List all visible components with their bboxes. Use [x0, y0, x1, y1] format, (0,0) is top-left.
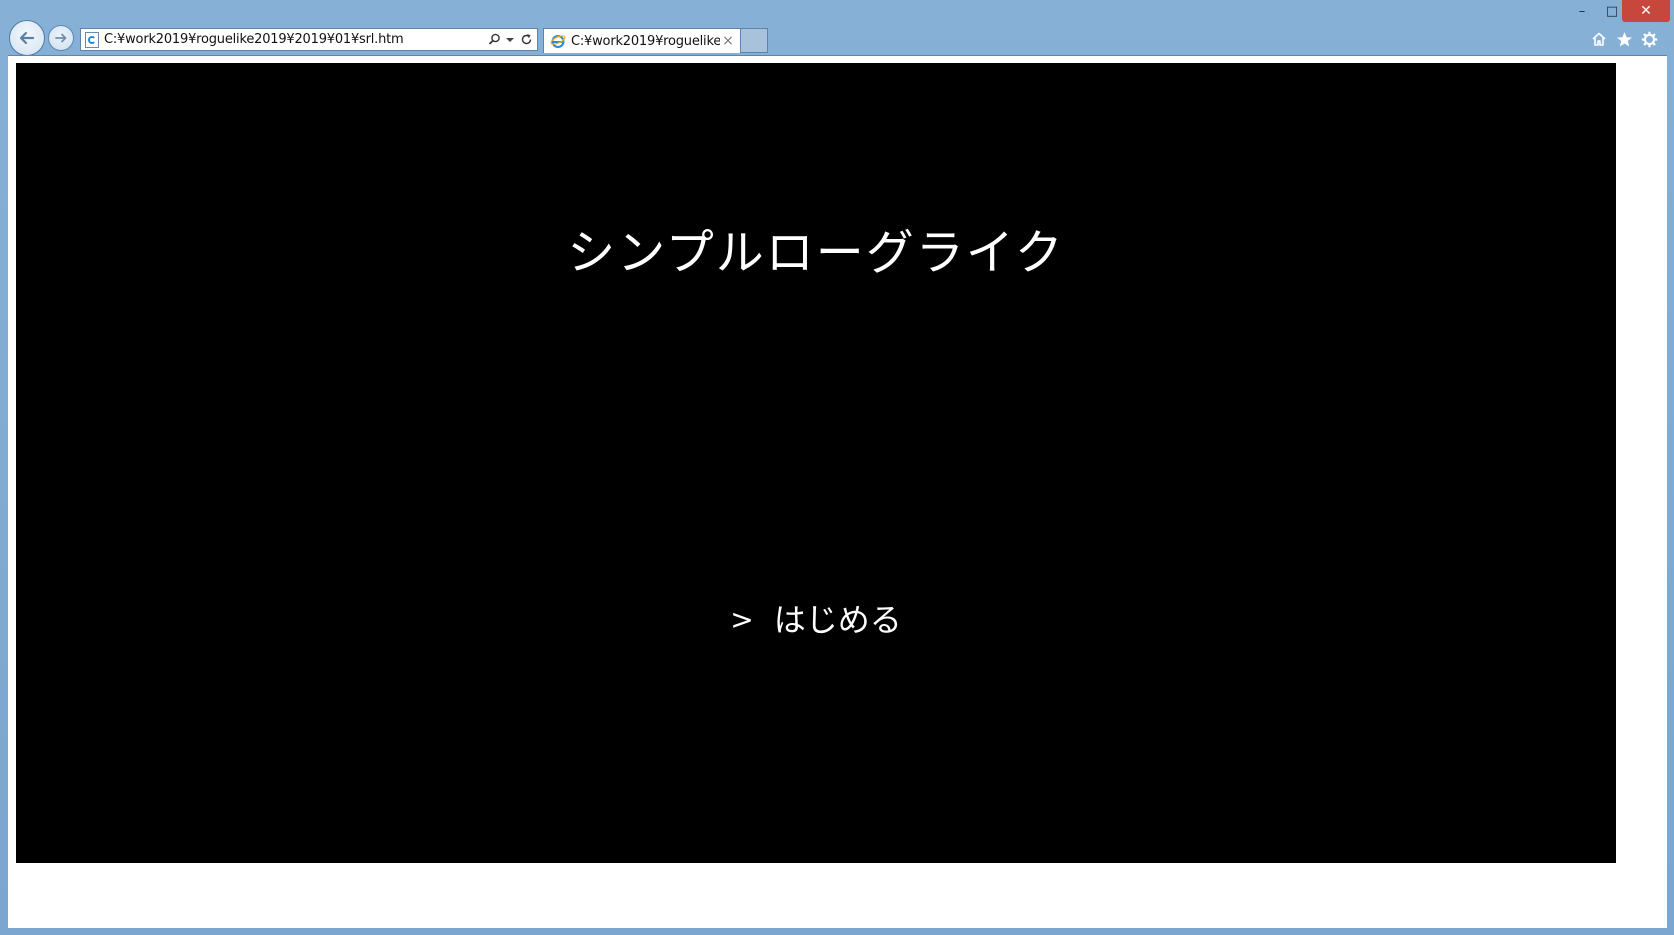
browser-window: – □ ✕ C:¥work2019¥roguelike2019¥2019¥01¥… — [0, 0, 1674, 935]
tab-title: C:¥work2019¥roguelike... — [571, 33, 720, 49]
page-viewport: シンプルローグライク > はじめる — [8, 55, 1667, 928]
start-menu-item[interactable]: > はじめる — [16, 595, 1616, 641]
back-button[interactable] — [9, 20, 45, 56]
forward-arrow-icon — [55, 33, 67, 43]
home-icon[interactable] — [1589, 29, 1609, 49]
menu-cursor: > — [730, 603, 754, 636]
back-arrow-icon — [19, 31, 35, 45]
refresh-icon[interactable] — [518, 31, 534, 49]
game-title: シンプルローグライク — [567, 225, 1065, 281]
minimize-button[interactable]: – — [1567, 0, 1597, 22]
page-favicon — [85, 31, 99, 48]
forward-button[interactable] — [48, 25, 74, 51]
start-label: はじめる — [773, 601, 902, 639]
new-tab-button[interactable] — [741, 28, 768, 53]
search-icon[interactable] — [486, 31, 502, 49]
ie-favicon — [549, 32, 567, 50]
tab-close-button[interactable]: × — [720, 33, 736, 49]
gear-icon[interactable] — [1639, 29, 1659, 49]
dropdown-icon[interactable] — [502, 31, 518, 49]
tab-active[interactable]: C:¥work2019¥roguelike... × — [543, 28, 741, 53]
address-bar[interactable]: C:¥work2019¥roguelike2019¥2019¥01¥srl.ht… — [80, 28, 538, 51]
address-url[interactable]: C:¥work2019¥roguelike2019¥2019¥01¥srl.ht… — [104, 32, 486, 47]
star-icon[interactable] — [1614, 29, 1634, 49]
game-canvas[interactable]: シンプルローグライク > はじめる — [16, 63, 1616, 863]
close-button[interactable]: ✕ — [1622, 0, 1670, 22]
